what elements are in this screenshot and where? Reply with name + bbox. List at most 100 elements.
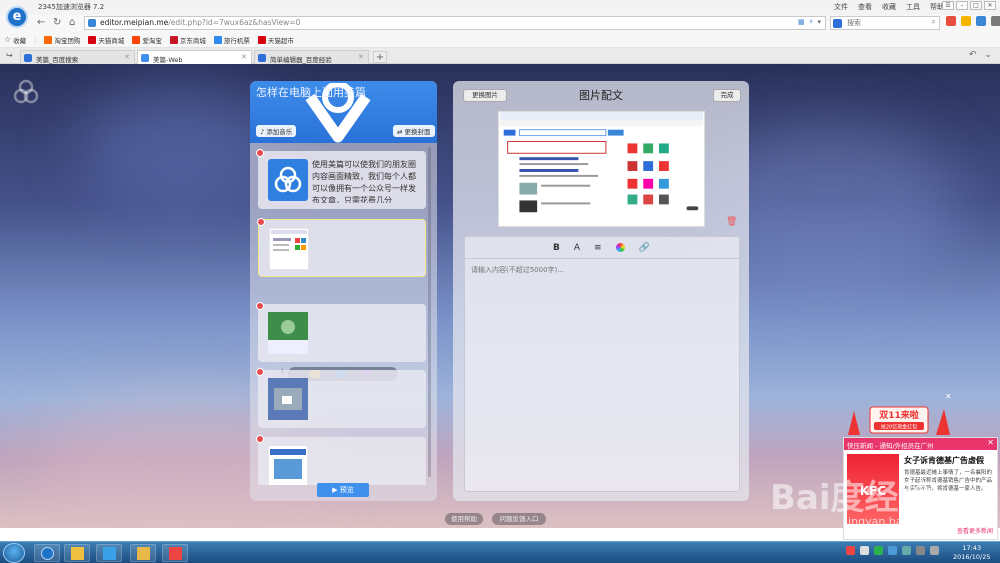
color-picker-icon[interactable] (615, 243, 625, 252)
section-card-image[interactable] (256, 368, 426, 428)
font-size-button[interactable]: A (574, 243, 580, 253)
tray-flag-icon[interactable] (860, 546, 869, 555)
tray-wechat-icon[interactable] (874, 546, 883, 555)
section-thumbnail (268, 378, 308, 420)
search-box[interactable]: ⌕ (830, 16, 940, 30)
reload-icon[interactable]: ↻ (53, 17, 61, 28)
dropdown-icon[interactable]: ▾ (817, 18, 821, 26)
delete-section-icon[interactable] (256, 302, 264, 310)
trash-icon[interactable]: 🗑 (726, 217, 737, 227)
change-cover-button[interactable]: ⇄ 更换封面 (393, 125, 435, 137)
taskbar-folder-icon[interactable] (130, 544, 156, 562)
menu-tools[interactable]: 工具 (906, 2, 920, 12)
bold-button[interactable]: B (553, 243, 560, 253)
bookmark-taobao[interactable]: 淘宝团购 (44, 35, 80, 45)
tab-meipian-web[interactable]: 美篇-Web ✕ (137, 50, 252, 65)
change-image-button[interactable]: 更换图片 (463, 89, 507, 102)
section-card-text[interactable]: 使用美篇可以使我们的朋友圈内容画面精致，我们每个人都可以像拥有一个公众号一样发布… (256, 149, 426, 209)
delete-section-icon[interactable] (256, 368, 264, 376)
taskbar-app-icon[interactable] (64, 544, 90, 562)
travel-icon (213, 35, 222, 44)
start-button[interactable] (3, 543, 25, 563)
tmall-market-icon (257, 35, 266, 44)
menu-file[interactable]: 文件 (834, 2, 848, 12)
meipian-logo-icon[interactable] (12, 78, 40, 106)
address-actions: ▦ ⚡ ▾ (798, 18, 821, 26)
close-tab-icon[interactable]: ✕ (358, 53, 364, 61)
delete-section-icon[interactable] (257, 218, 265, 226)
tray-shield-icon[interactable] (902, 546, 911, 555)
bookmark-jd[interactable]: 京东商城 (169, 35, 206, 45)
baidu-favicon-icon (24, 54, 32, 62)
popup-header-text: 快压新闻 - 通知/外招员在广州 (847, 442, 934, 450)
section-card-image[interactable] (256, 302, 426, 362)
preview-button[interactable]: ▶ 预览 (317, 483, 369, 497)
back-arrow-icon[interactable]: ← (37, 17, 45, 28)
tray-power-icon[interactable] (930, 546, 939, 555)
browser-logo-icon[interactable]: e (6, 6, 28, 28)
cover-image[interactable]: 怎样在电脑上面用美篇 ♪ 添加音乐 ⇄ 更换封面 (250, 81, 437, 143)
section-card-image[interactable] (256, 435, 426, 485)
security-shield-icon (88, 19, 96, 27)
extension-yellow-icon[interactable] (961, 16, 971, 26)
close-tab-icon[interactable]: ✕ (241, 53, 247, 61)
link-icon[interactable]: 🔗 (639, 243, 650, 253)
extension-menu-icon[interactable] (991, 16, 1000, 26)
baidu-paw-icon (833, 19, 842, 28)
article-title[interactable]: 怎样在电脑上面用美篇 (256, 84, 366, 100)
new-tab-button[interactable]: + (373, 51, 387, 63)
jd-icon (169, 35, 178, 44)
menu-favorites[interactable]: 收藏 (882, 2, 896, 12)
selected-image-preview[interactable] (498, 111, 705, 227)
delete-section-icon[interactable] (256, 149, 264, 157)
close-popup-icon[interactable]: ✕ (987, 438, 994, 447)
tab-meipian-baidu-search[interactable]: 美篇_百度搜索 ✕ (20, 50, 135, 64)
address-input[interactable]: editor.meipian.me/edit.php?id=7wux6az&ha… (84, 16, 826, 30)
lightning-icon[interactable]: ⚡ (809, 18, 814, 26)
tray-volume-icon[interactable] (916, 546, 925, 555)
taskbar-image-icon[interactable] (162, 544, 188, 562)
close-tab-icon[interactable]: ✕ (124, 53, 130, 61)
extension-blue-icon[interactable] (976, 16, 986, 26)
maximize-button[interactable]: □ (970, 1, 982, 10)
home-icon[interactable]: ⌂ (69, 17, 75, 28)
tab-list-icon[interactable]: ⌄ (984, 50, 992, 60)
add-music-button[interactable]: ♪ 添加音乐 (256, 125, 297, 137)
bookmark-tmall-market[interactable]: 天猫超市 (257, 35, 294, 45)
align-button[interactable]: ≡ (594, 243, 602, 253)
help-link[interactable]: 使用帮助 (445, 513, 483, 525)
section-text: 使用美篇可以使我们的朋友圈内容画面精致，我们每个人都可以像拥有一个公众号一样发布… (312, 160, 416, 203)
taskbar-media-icon[interactable] (96, 544, 122, 562)
window-controls: ☰ – □ ✕ (942, 1, 996, 10)
bookmark-tmall[interactable]: 天猫商城 (88, 35, 124, 45)
url-text[interactable]: editor.meipian.me/edit.php?id=7wux6az&ha… (100, 18, 300, 27)
tray-network-icon[interactable] (888, 546, 897, 555)
skin-button[interactable]: ☰ (942, 1, 954, 10)
minimize-button[interactable]: – (956, 1, 968, 10)
news-headline[interactable]: 女子诉肯德基广告虚假 (904, 455, 984, 466)
more-news-link[interactable]: 查看更多新闻 (957, 526, 993, 535)
tab-restore-icon[interactable]: ↪ (6, 51, 13, 60)
taskbar-browser-icon[interactable] (34, 544, 60, 562)
list-scrollbar[interactable] (428, 147, 431, 477)
extension-red-icon[interactable] (946, 16, 956, 26)
promo-banner[interactable]: 双11来啦 抢20亿现金红包 (840, 405, 960, 435)
clock[interactable]: 17:43 2016/10/25 (953, 544, 990, 562)
bookmark-aitaobao[interactable]: 爱淘宝 (132, 35, 162, 45)
close-window-button[interactable]: ✕ (984, 1, 996, 10)
feedback-link[interactable]: 问题反馈入口 (492, 513, 546, 525)
bookmark-travel[interactable]: 旅行机票 (213, 35, 250, 45)
grid-icon[interactable]: ▦ (798, 18, 805, 26)
search-icon[interactable]: ⌕ (932, 17, 936, 27)
section-card-image-selected[interactable] (257, 218, 426, 277)
caption-textarea[interactable] (471, 265, 731, 305)
undo-close-icon[interactable]: ↶ (969, 50, 977, 60)
search-input[interactable] (847, 18, 927, 28)
tray-app-icon[interactable] (846, 546, 855, 555)
tab-baidu-jingyan[interactable]: 简单编辑器_百度经验 ✕ (254, 50, 369, 64)
promo-close-icon[interactable]: ✕ (945, 392, 952, 401)
menu-view[interactable]: 查看 (858, 2, 872, 12)
delete-section-icon[interactable] (256, 435, 264, 443)
done-button[interactable]: 完成 (713, 89, 741, 102)
bookmark-favorites[interactable]: ☆ 收藏 (4, 35, 26, 45)
